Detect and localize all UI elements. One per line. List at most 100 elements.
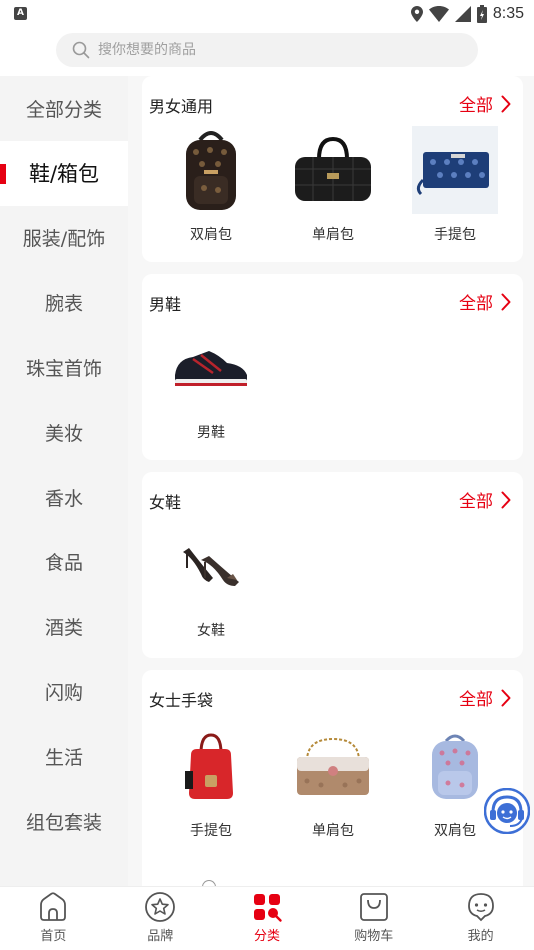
sidebar-item-label: 酒类 [44, 617, 83, 640]
wifi-icon [428, 6, 449, 22]
section-title: 男鞋 [149, 295, 182, 314]
chevron-right-icon [501, 293, 511, 310]
sidebar-item-jewelry[interactable]: 珠宝首饰 [0, 335, 128, 400]
view-all-label: 全部 [459, 492, 493, 512]
status-bar: A 8:35 [0, 0, 534, 28]
category-sidebar: 全部分类 鞋/箱包 服装/配饰 腕表 珠宝首饰 美妆 香水 食品 酒类 闪购 生… [0, 76, 128, 886]
product-tile[interactable]: 双肩包 [156, 126, 266, 244]
sidebar-item-label: 食品 [44, 552, 83, 575]
nav-label: 分类 [253, 929, 280, 944]
shopping-bag-icon [359, 893, 388, 921]
heels-image [166, 522, 256, 610]
sidebar-item-shoes-bags[interactable]: 鞋/箱包 [0, 140, 128, 206]
view-all-label: 全部 [459, 96, 493, 116]
sidebar-item-food[interactable]: 食品 [0, 530, 128, 595]
product-name: 女鞋 [197, 623, 225, 639]
chevron-right-icon [501, 95, 511, 112]
search-input[interactable] [98, 42, 428, 58]
sidebar-item-label: 生活 [44, 746, 83, 769]
clock: 8:35 [492, 5, 524, 22]
view-all-link[interactable]: 全部 [459, 685, 511, 710]
section-card-mens-shoes: 男鞋 全部 男鞋 [142, 274, 523, 460]
product-name: 手提包 [434, 227, 476, 243]
location-icon [410, 6, 423, 22]
sidebar-item-beauty[interactable]: 美妆 [0, 400, 128, 465]
clutch-image [412, 126, 498, 214]
product-name: 双肩包 [190, 227, 232, 243]
sidebar-item-liquor[interactable]: 酒类 [0, 594, 128, 659]
product-name: 男鞋 [197, 425, 225, 441]
sidebar-item-bundles[interactable]: 组包套装 [0, 789, 128, 854]
profile-icon [467, 893, 494, 922]
section-header: 男鞋 全部 [142, 274, 523, 328]
nav-item-cart[interactable]: 购物车 [320, 887, 427, 950]
sidebar-item-label: 闪购 [44, 682, 83, 705]
sidebar-item-label: 珠宝首饰 [25, 358, 102, 381]
sidebar-item-label: 服装/配饰 [22, 228, 106, 251]
notification-badge: A [14, 7, 27, 20]
view-all-link[interactable]: 全部 [459, 487, 511, 512]
search-bar[interactable] [56, 33, 478, 67]
section-header: 女士手袋 全部 [142, 670, 523, 724]
sidebar-item-label: 鞋/箱包 [28, 162, 100, 187]
sneaker-image [166, 324, 256, 412]
product-tile[interactable]: 单肩包 [278, 722, 388, 840]
section-card-womens-shoes: 女鞋 全部 女鞋 [142, 472, 523, 658]
nav-label: 品牌 [147, 929, 174, 944]
signal-icon [454, 6, 471, 22]
view-all-link[interactable]: 全部 [459, 289, 511, 314]
product-name: 单肩包 [312, 227, 354, 243]
chevron-right-icon [501, 689, 511, 706]
section-title: 女士手袋 [149, 691, 214, 710]
view-all-label: 全部 [459, 690, 493, 710]
product-name: 手提包 [190, 823, 232, 839]
section-title: 女鞋 [149, 493, 182, 512]
nav-item-home[interactable]: 首页 [0, 887, 107, 950]
product-tile[interactable]: 女鞋 [156, 522, 266, 640]
duffel-bag-image [288, 126, 378, 214]
section-card-unisex: 男女通用 全部 双肩包 单肩包 手提包 [142, 76, 523, 262]
sidebar-item-label: 香水 [44, 487, 83, 510]
section-card-womens-handbags: 女士手袋 全部 手提包 单肩包 双肩包 [142, 670, 523, 886]
shoulder-bag-image [288, 722, 378, 810]
nav-item-profile[interactable]: 我的 [427, 887, 534, 950]
bucket-bag-image [166, 722, 256, 810]
sidebar-item-label: 美妆 [44, 422, 83, 445]
view-all-link[interactable]: 全部 [459, 91, 511, 116]
sidebar-item-watches[interactable]: 腕表 [0, 270, 128, 335]
sidebar-item-apparel[interactable]: 服装/配饰 [0, 206, 128, 271]
nav-item-category[interactable]: 分类 [214, 887, 321, 950]
status-icons: 8:35 [410, 3, 524, 25]
nav-label: 我的 [467, 929, 494, 944]
section-header: 女鞋 全部 [142, 472, 523, 526]
section-header: 男女通用 全部 [142, 76, 523, 130]
battery-icon [476, 5, 487, 23]
bottom-nav: 首页 品牌 分类 购物车 我的 [0, 886, 534, 950]
product-name: 单肩包 [312, 823, 354, 839]
nav-label: 首页 [40, 929, 67, 944]
view-all-label: 全部 [459, 294, 493, 314]
category-content: 男女通用 全部 双肩包 单肩包 手提包 男鞋 全部 男鞋 女鞋 全部 女鞋 女士… [128, 76, 534, 886]
star-icon [145, 892, 176, 922]
chevron-right-icon [501, 491, 511, 508]
backpack-image [166, 126, 256, 214]
category-icon [253, 894, 282, 922]
sidebar-item-all[interactable]: 全部分类 [0, 76, 128, 141]
sidebar-item-label: 腕表 [44, 293, 83, 316]
product-tile[interactable]: 手提包 [400, 126, 510, 244]
product-tile[interactable]: 手提包 [156, 722, 266, 840]
search-icon [72, 41, 90, 59]
customer-service-icon [483, 787, 531, 835]
sidebar-item-flash-sale[interactable]: 闪购 [0, 659, 128, 724]
sidebar-item-label: 组包套装 [25, 811, 102, 834]
sidebar-item-lifestyle[interactable]: 生活 [0, 724, 128, 789]
product-tile[interactable]: 单肩包 [278, 126, 388, 244]
nav-label: 购物车 [354, 929, 394, 944]
nav-item-brands[interactable]: 品牌 [107, 887, 214, 950]
sidebar-item-perfume[interactable]: 香水 [0, 465, 128, 530]
section-title: 男女通用 [149, 97, 214, 116]
product-tile[interactable]: 男鞋 [156, 324, 266, 442]
customer-service-button[interactable] [483, 787, 531, 835]
sidebar-item-label: 全部分类 [25, 98, 102, 121]
home-icon [40, 892, 67, 921]
